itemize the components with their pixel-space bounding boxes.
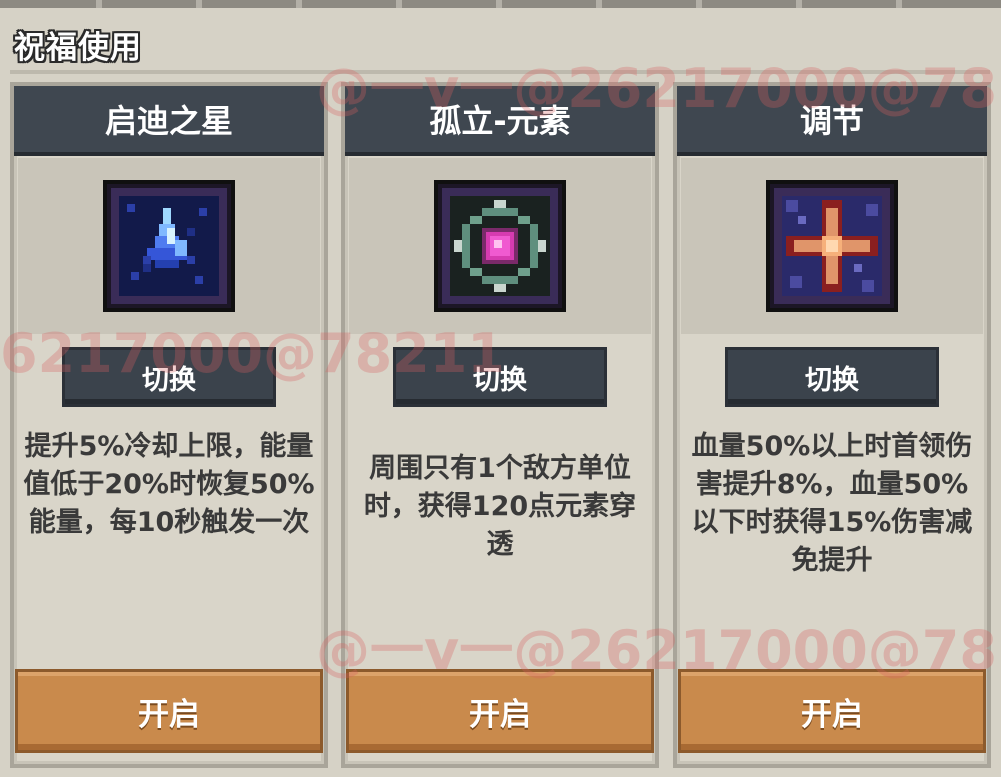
blessing-card-3: 调节 切换 血量50%以上时首领伤害提升8%，血量50%以下时获得15%伤害减免… — [673, 82, 991, 768]
switch-button-label: 切换 — [142, 364, 196, 396]
open-button-label: 开启 — [469, 696, 531, 733]
card-header: 调节 — [677, 86, 987, 156]
switch-button[interactable]: 切换 — [396, 350, 604, 404]
card-title: 调节 — [799, 102, 864, 140]
switch-button[interactable]: 切换 — [728, 350, 936, 404]
blessing-description: 血量50%以上时首领伤害提升8%，血量50%以下时获得15%伤害减免提升 — [691, 431, 973, 576]
icon-well — [18, 158, 320, 334]
blue-crystal-star-icon — [107, 184, 231, 308]
card-header: 启迪之星 — [14, 86, 324, 156]
card-title: 孤立-元素 — [429, 102, 571, 140]
card-title: 启迪之星 — [104, 102, 233, 140]
blessing-card-1: 启迪之星 切换 提升5%冷却上限，能量值低于20%时恢复50%能量，每10秒触发… — [10, 82, 328, 768]
title-divider — [10, 70, 990, 74]
switch-button-label: 切换 — [473, 364, 527, 396]
pink-gem-ring-icon — [438, 184, 562, 308]
open-button[interactable]: 开启 — [18, 672, 320, 750]
open-button[interactable]: 开启 — [681, 672, 983, 750]
open-button[interactable]: 开启 — [349, 672, 651, 750]
panel-title: 祝福使用 — [14, 30, 142, 66]
blessing-description: 周围只有1个敌方单位时，获得120点元素穿透 — [363, 453, 637, 560]
icon-well — [681, 158, 983, 334]
switch-button[interactable]: 切换 — [65, 350, 273, 404]
icon-well — [349, 158, 651, 334]
blessing-card-2: 孤立-元素 切换 周围只有1个敌方单位时，获得120点元素穿透 开启 — [341, 82, 659, 768]
open-button-label: 开启 — [138, 696, 200, 733]
orange-cross-star-icon — [770, 184, 894, 308]
blessing-description: 提升5%冷却上限，能量值低于20%时恢复50%能量，每10秒触发一次 — [23, 431, 315, 538]
card-header: 孤立-元素 — [345, 86, 655, 156]
top-border-strip — [0, 0, 1001, 8]
open-button-label: 开启 — [801, 696, 863, 733]
switch-button-label: 切换 — [805, 364, 859, 396]
